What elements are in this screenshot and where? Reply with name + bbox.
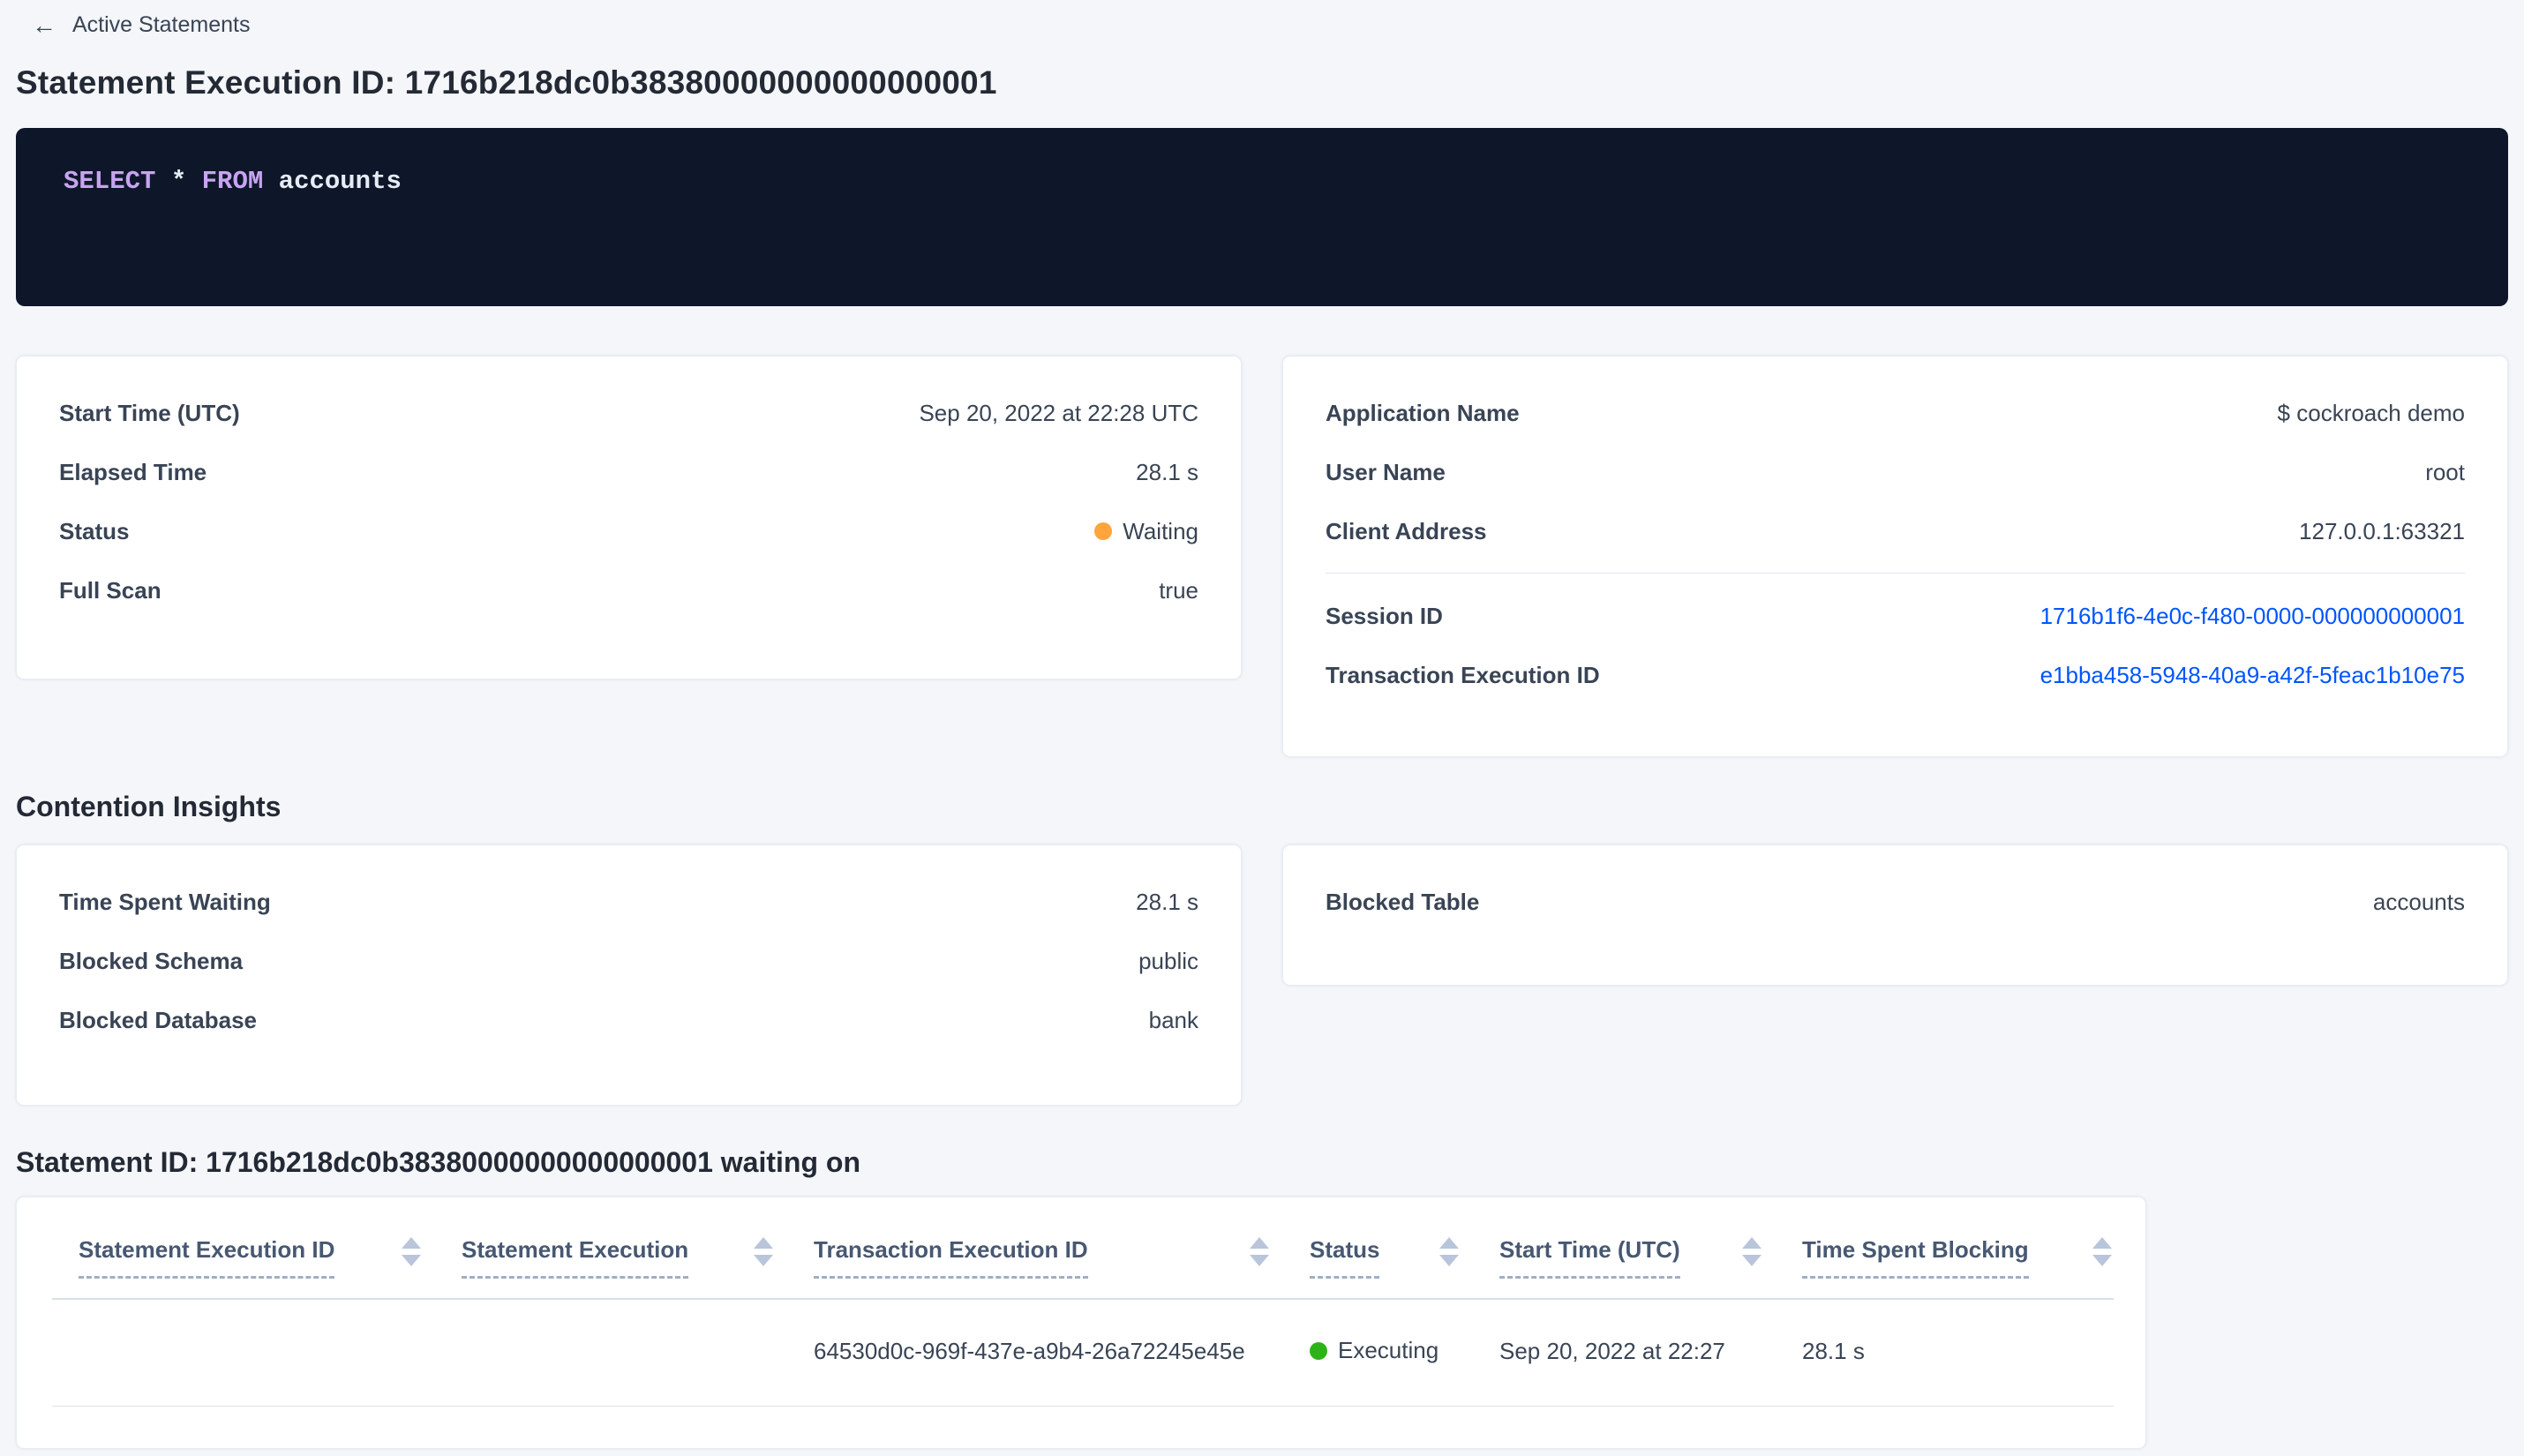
user-name-value: root xyxy=(2425,459,2465,485)
time-spent-waiting-value: 28.1 s xyxy=(1136,889,1198,915)
kv-row-application-name: Application Name $ cockroach demo xyxy=(1326,395,2465,431)
contention-details-card: Time Spent Waiting 28.1 s Blocked Schema… xyxy=(16,844,1242,1106)
full-scan-label: Full Scan xyxy=(59,577,162,604)
client-address-label: Client Address xyxy=(1326,518,1487,544)
blocked-table-value: accounts xyxy=(2372,889,2465,915)
kv-row-status: Status Waiting xyxy=(59,514,1198,549)
kv-row-session-id: Session ID 1716b1f6-4e0c-f480-0000-00000… xyxy=(1326,598,2465,634)
session-overview-card: Application Name $ cockroach demo User N… xyxy=(1282,356,2508,757)
status-waiting-dot-icon xyxy=(1094,522,1113,540)
sql-keyword-select: SELECT xyxy=(64,167,156,196)
column-header-time-spent-blocking[interactable]: Time Spent Blocking xyxy=(1802,1197,2114,1300)
overview-cards-row: Start Time (UTC) Sep 20, 2022 at 22:28 U… xyxy=(16,356,2508,757)
kv-row-user-name: User Name root xyxy=(1326,454,2465,490)
column-label: Transaction Execution ID xyxy=(814,1236,1088,1279)
sort-arrows-icon[interactable] xyxy=(402,1236,421,1266)
sql-keyword-from: FROM xyxy=(201,167,264,196)
start-time-label: Start Time (UTC) xyxy=(59,400,240,426)
elapsed-time-label: Elapsed Time xyxy=(59,459,207,485)
kv-row-blocked-table: Blocked Table accounts xyxy=(1326,884,2465,919)
blocked-table-label: Blocked Table xyxy=(1326,889,1480,915)
column-header-status[interactable]: Status xyxy=(1310,1197,1499,1300)
start-time-value: Sep 20, 2022 at 22:28 UTC xyxy=(919,400,1198,426)
blocked-database-label: Blocked Database xyxy=(59,1007,257,1033)
sql-statement-text: SELECT * FROM accounts xyxy=(64,165,2460,199)
cell-start-time: Sep 20, 2022 at 22:27 xyxy=(1499,1299,1802,1407)
waiting-statements-table: Statement Execution ID Statement Executi… xyxy=(52,1197,2114,1407)
blocked-database-value: bank xyxy=(1148,1007,1198,1033)
sort-arrows-icon[interactable] xyxy=(754,1236,773,1266)
status-executing-dot-icon xyxy=(1310,1341,1327,1360)
column-label: Statement Execution xyxy=(462,1236,689,1279)
kv-row-transaction-execution-id: Transaction Execution ID e1bba458-5948-4… xyxy=(1326,657,2465,693)
card-divider xyxy=(1326,573,2465,574)
column-header-statement-execution[interactable]: Statement Execution xyxy=(462,1197,814,1300)
sort-arrows-icon[interactable] xyxy=(1250,1236,1269,1266)
blocked-table-card: Blocked Table accounts xyxy=(1282,844,2508,986)
status-badge: Waiting xyxy=(1094,514,1198,549)
application-name-label: Application Name xyxy=(1326,400,1520,426)
cell-statement-execution-id xyxy=(52,1299,462,1407)
status-label: Status xyxy=(59,518,130,544)
blocked-schema-label: Blocked Schema xyxy=(59,948,244,974)
cell-statement-execution xyxy=(462,1299,814,1407)
back-link-active-statements[interactable]: ← Active Statements xyxy=(0,0,250,38)
column-label: Status xyxy=(1310,1236,1380,1279)
contention-insights-title: Contention Insights xyxy=(16,791,282,822)
session-id-label: Session ID xyxy=(1326,603,1443,629)
status-value: Executing xyxy=(1338,1337,1439,1363)
waiting-statements-table-card: Statement Execution ID Statement Executi… xyxy=(16,1197,2146,1449)
sort-arrows-icon[interactable] xyxy=(1742,1236,1762,1266)
column-label: Time Spent Blocking xyxy=(1802,1236,2029,1279)
kv-row-blocked-schema: Blocked Schema public xyxy=(59,943,1198,979)
column-header-start-time[interactable]: Start Time (UTC) xyxy=(1499,1197,1802,1300)
sql-star: * xyxy=(155,167,202,196)
time-spent-waiting-label: Time Spent Waiting xyxy=(59,889,271,915)
column-header-statement-execution-id[interactable]: Statement Execution ID xyxy=(52,1197,462,1300)
table-row: 64530d0c-969f-437e-a9b4-26a72245e45e Exe… xyxy=(52,1299,2114,1407)
client-address-value: 127.0.0.1:63321 xyxy=(2299,518,2465,544)
session-id-link[interactable]: 1716b1f6-4e0c-f480-0000-000000000001 xyxy=(2040,598,2465,634)
kv-row-client-address: Client Address 127.0.0.1:63321 xyxy=(1326,514,2465,549)
full-scan-value: true xyxy=(1159,577,1198,604)
status-badge: Executing xyxy=(1310,1337,1439,1364)
kv-row-elapsed-time: Elapsed Time 28.1 s xyxy=(59,454,1198,490)
application-name-value: $ cockroach demo xyxy=(2277,400,2465,426)
elapsed-time-value: 28.1 s xyxy=(1136,459,1198,485)
sql-statement-box: SELECT * FROM accounts xyxy=(16,128,2508,306)
table-header-row: Statement Execution ID Statement Executi… xyxy=(52,1197,2114,1300)
kv-row-blocked-database: Blocked Database bank xyxy=(59,1002,1198,1038)
column-label: Start Time (UTC) xyxy=(1499,1236,1680,1279)
kv-row-time-spent-waiting: Time Spent Waiting 28.1 s xyxy=(59,884,1198,919)
cell-status: Executing xyxy=(1310,1299,1499,1407)
waiting-on-section-title: Statement ID: 1716b218dc0b38380000000000… xyxy=(16,1146,860,1178)
column-header-transaction-execution-id[interactable]: Transaction Execution ID xyxy=(814,1197,1310,1300)
execution-overview-card: Start Time (UTC) Sep 20, 2022 at 22:28 U… xyxy=(16,356,1242,679)
cell-transaction-execution-id: 64530d0c-969f-437e-a9b4-26a72245e45e xyxy=(814,1299,1310,1407)
back-arrow-icon: ← xyxy=(32,11,56,39)
sort-arrows-icon[interactable] xyxy=(2092,1236,2112,1266)
transaction-execution-id-link[interactable]: e1bba458-5948-40a9-a42f-5feac1b10e75 xyxy=(2040,657,2465,693)
sort-arrows-icon[interactable] xyxy=(1439,1236,1459,1266)
blocked-schema-value: public xyxy=(1138,948,1198,974)
back-link-label: Active Statements xyxy=(72,12,251,37)
kv-row-full-scan: Full Scan true xyxy=(59,573,1198,608)
column-label: Statement Execution ID xyxy=(79,1236,335,1279)
page-title: Statement Execution ID: 1716b218dc0b3838… xyxy=(16,64,997,101)
user-name-label: User Name xyxy=(1326,459,1446,485)
cell-time-spent-blocking: 28.1 s xyxy=(1802,1299,2114,1407)
statement-execution-details-page: ← Active Statements Statement Execution … xyxy=(0,0,2524,1456)
kv-row-start-time: Start Time (UTC) Sep 20, 2022 at 22:28 U… xyxy=(59,395,1198,431)
sql-table-name: accounts xyxy=(263,167,402,196)
contention-cards-row: Time Spent Waiting 28.1 s Blocked Schema… xyxy=(16,844,2508,1106)
status-value: Waiting xyxy=(1123,518,1198,544)
transaction-execution-id-label: Transaction Execution ID xyxy=(1326,662,1600,688)
